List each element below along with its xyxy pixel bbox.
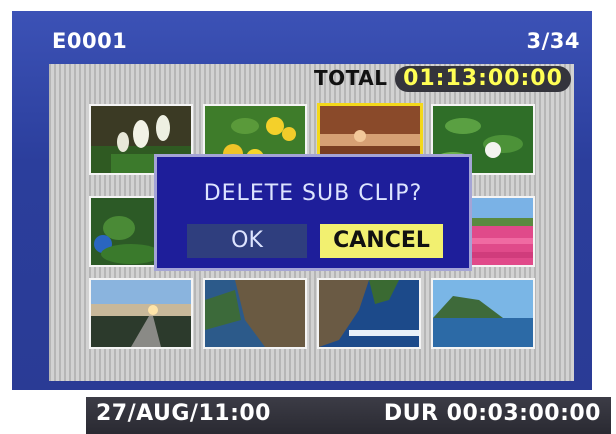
lcd-screen: E0001 3/34 TOTAL 01:13:00:00 27/AUG/11:0…	[12, 11, 611, 434]
status-bar: 27/AUG/11:00 DUR 00:03:00:00	[86, 397, 611, 434]
dialog-message: DELETE SUB CLIP?	[203, 181, 423, 206]
thumbnail-coastline-cliffs[interactable]	[203, 278, 307, 349]
thumbnail-sunset-road[interactable]	[89, 278, 193, 349]
cancel-button[interactable]: CANCEL	[320, 224, 443, 258]
clip-id: E0001	[52, 29, 128, 53]
page-count: 3/34	[526, 29, 580, 53]
total-time: 01:13:00:00	[395, 66, 571, 92]
ok-button[interactable]: OK	[187, 224, 307, 258]
total-label: TOTAL	[314, 66, 388, 90]
date-time: 27/AUG/11:00	[96, 401, 271, 426]
thumbnail-island-sea[interactable]	[431, 278, 535, 349]
clip-duration: DUR 00:03:00:00	[383, 401, 601, 426]
confirm-dialog: DELETE SUB CLIP? OK CANCEL	[154, 154, 472, 271]
thumbnail-ocean-cliffs[interactable]	[317, 278, 421, 349]
